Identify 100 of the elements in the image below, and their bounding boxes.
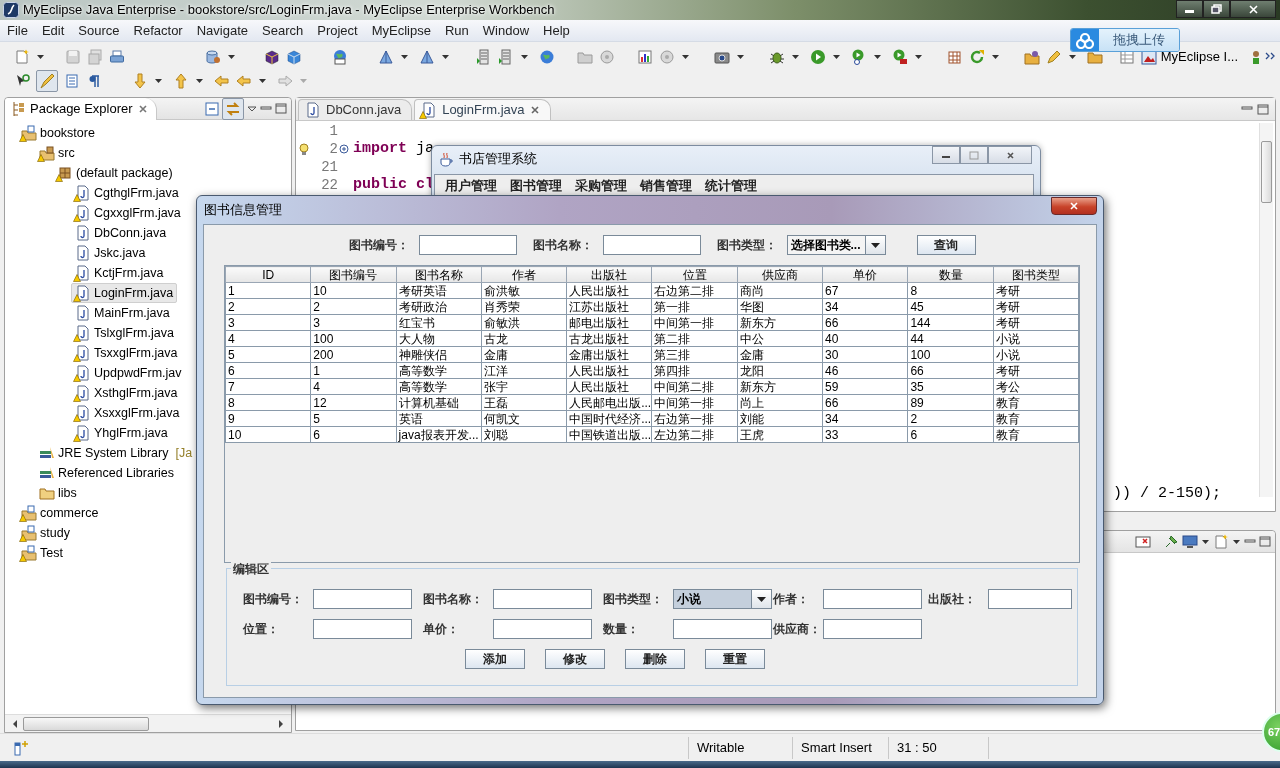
dropdown-arrow-icon[interactable]: [756, 594, 767, 604]
tree-item[interactable]: study: [17, 523, 74, 543]
globe-icon[interactable]: [539, 49, 555, 65]
restore-icon[interactable]: [1211, 4, 1222, 14]
menu-item[interactable]: Source: [71, 20, 127, 41]
printer-icon[interactable]: [109, 49, 125, 65]
combo-box[interactable]: 小说: [673, 589, 772, 609]
chart-icon[interactable]: [637, 49, 653, 65]
tree-item[interactable]: Jskc.java: [71, 243, 150, 263]
close-button[interactable]: [1051, 197, 1097, 215]
upload-button[interactable]: 拖拽上传: [1070, 28, 1180, 52]
menu-item[interactable]: 采购管理: [575, 176, 627, 196]
column-header[interactable]: 图书名称: [396, 266, 482, 283]
tree-item[interactable]: CgthglFrm.java: [71, 183, 183, 203]
tree-item[interactable]: CgxxglFrm.java: [71, 203, 185, 223]
console-icon[interactable]: [1135, 534, 1151, 549]
server-icon[interactable]: [476, 49, 492, 65]
maximize-icon[interactable]: [275, 103, 287, 114]
menu-item[interactable]: Project: [310, 20, 365, 41]
editor-tab[interactable]: LoginFrm.java: [414, 99, 551, 120]
column-header[interactable]: ID: [225, 266, 311, 283]
text-field[interactable]: [313, 589, 412, 609]
scroll-thumb[interactable]: [1261, 141, 1272, 203]
column-header[interactable]: 数量: [907, 266, 994, 283]
action-button[interactable]: 添加: [465, 649, 525, 669]
bug-icon[interactable]: [769, 49, 785, 65]
view-tab[interactable]: Package Explorer: [5, 97, 157, 120]
text-field[interactable]: [988, 589, 1072, 609]
menu-item[interactable]: Navigate: [189, 20, 255, 41]
text-field[interactable]: [313, 619, 412, 639]
minimize-button[interactable]: [1176, 0, 1203, 18]
menu-item[interactable]: Help: [536, 20, 577, 41]
vertical-scrollbar[interactable]: [1259, 123, 1273, 497]
tree-item[interactable]: Referenced Libraries: [35, 463, 179, 483]
close-icon[interactable]: [137, 103, 148, 114]
folder-icon[interactable]: [1024, 49, 1040, 65]
pyramid-icon[interactable]: [378, 49, 394, 65]
folder-icon[interactable]: [1087, 49, 1103, 65]
tree-item[interactable]: DbConn.java: [71, 223, 171, 243]
action-button[interactable]: 删除: [625, 649, 685, 669]
tree-item[interactable]: LoginFrm.java: [71, 283, 178, 303]
maximize-icon[interactable]: [1257, 103, 1269, 115]
text-field[interactable]: [602, 235, 701, 255]
menu-item[interactable]: Refactor: [126, 20, 190, 41]
text-field[interactable]: [493, 589, 592, 609]
text-field[interactable]: [493, 619, 592, 639]
tree-item[interactable]: libs: [35, 483, 81, 503]
restore-button[interactable]: [1203, 0, 1230, 18]
left-arrow-icon[interactable]: [214, 73, 230, 89]
pyramid-icon[interactable]: [419, 49, 435, 65]
pencil-icon[interactable]: [1046, 49, 1062, 65]
refresh-icon[interactable]: [969, 49, 985, 65]
close-button[interactable]: [1230, 0, 1276, 18]
monitor-icon[interactable]: [1182, 533, 1198, 550]
expand-icon[interactable]: [339, 144, 349, 154]
pin-icon[interactable]: [1163, 533, 1179, 550]
column-header[interactable]: 作者: [481, 266, 567, 283]
text-field[interactable]: [823, 619, 922, 639]
column-header[interactable]: 单价: [822, 266, 908, 283]
up-arrow-icon[interactable]: [173, 73, 189, 89]
play-icon[interactable]: [892, 49, 908, 65]
tree-item[interactable]: commerce: [17, 503, 103, 523]
menu-item[interactable]: Search: [255, 20, 311, 41]
combo-box[interactable]: 选择图书类...: [786, 235, 886, 255]
globe-icon[interactable]: [332, 49, 348, 65]
column-header[interactable]: 供应商: [737, 266, 823, 283]
maximize-icon[interactable]: [1259, 536, 1271, 547]
search-button[interactable]: 查询: [916, 235, 976, 255]
tree-item[interactable]: YhglFrm.java: [71, 423, 172, 443]
scroll-right-icon[interactable]: [277, 717, 285, 730]
column-header[interactable]: 位置: [652, 266, 738, 283]
fast-view-icon[interactable]: [14, 740, 29, 757]
server-icon[interactable]: [498, 49, 514, 65]
column-header[interactable]: 图书类型: [993, 266, 1079, 283]
menu-item[interactable]: 销售管理: [640, 176, 692, 196]
dropdown-arrow-icon[interactable]: [869, 240, 881, 250]
tree-item[interactable]: src: [35, 143, 79, 163]
tree-item[interactable]: Test: [17, 543, 67, 563]
menu-item[interactable]: 统计管理: [705, 176, 757, 196]
scroll-thumb[interactable]: [23, 716, 149, 731]
grid-icon[interactable]: [947, 49, 963, 65]
menu-item[interactable]: 用户管理: [445, 176, 497, 196]
play-icon[interactable]: [810, 49, 826, 65]
down-arrow-icon[interactable]: [132, 73, 148, 89]
tree-item[interactable]: KctjFrm.java: [71, 263, 168, 283]
tree-item[interactable]: bookstore: [17, 123, 99, 143]
minimize-button[interactable]: [932, 146, 960, 164]
cube-icon[interactable]: [264, 49, 280, 65]
menu-item[interactable]: Edit: [34, 20, 72, 41]
menu-item[interactable]: File: [0, 20, 35, 41]
tree-item[interactable]: MainFrm.java: [71, 303, 174, 323]
tree-item[interactable]: UpdpwdFrm.jav: [71, 363, 186, 383]
editor-tab[interactable]: DbConn.java: [298, 99, 413, 120]
text-field[interactable]: [418, 235, 517, 255]
tree-item[interactable]: XsxxglFrm.java: [71, 403, 184, 423]
tree-item[interactable]: JRE System Library [Ja: [35, 443, 197, 463]
menu-item[interactable]: 图书管理: [510, 176, 562, 196]
database-icon[interactable]: [205, 49, 221, 65]
column-header[interactable]: 出版社: [566, 266, 652, 283]
action-button[interactable]: 重置: [705, 649, 765, 669]
